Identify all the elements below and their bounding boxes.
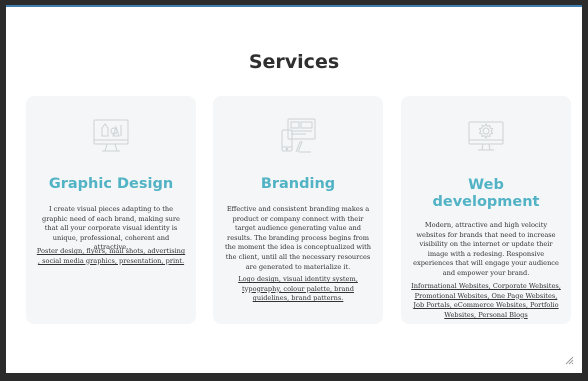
card-title-line1: Web bbox=[468, 177, 504, 193]
card-links[interactable]: Logo design, visual identity system, typ… bbox=[223, 275, 373, 304]
card-description: Effective and consistent branding makes … bbox=[224, 205, 372, 271]
service-card-web-development: Web development Modern, attractive and h… bbox=[401, 96, 571, 324]
service-card-graphic-design: Graphic Design I create visual pieces ad… bbox=[26, 96, 196, 324]
monitor-gear-icon bbox=[468, 121, 504, 151]
branding-devices-icon bbox=[281, 118, 316, 153]
page-frame: Services Graphic Design I create visual … bbox=[6, 5, 582, 373]
card-links[interactable]: Poster design, flyers, mail shots, adver… bbox=[36, 247, 186, 266]
service-card-branding: Branding Effective and consistent brandi… bbox=[213, 96, 383, 324]
scrollbar[interactable] bbox=[582, 5, 588, 373]
card-description: Modern, attractive and high velocity web… bbox=[413, 221, 559, 277]
resize-grip-icon[interactable] bbox=[564, 355, 574, 365]
card-title: Graphic Design bbox=[48, 176, 174, 192]
card-description: I create visual pieces adapting to the g… bbox=[42, 205, 180, 252]
card-title-line2: development bbox=[432, 194, 540, 210]
monitor-design-icon bbox=[93, 119, 129, 152]
card-links[interactable]: Informational Websites, Corporate Websit… bbox=[411, 282, 561, 320]
card-title: Branding bbox=[260, 176, 336, 192]
page-title: Services bbox=[248, 51, 340, 73]
